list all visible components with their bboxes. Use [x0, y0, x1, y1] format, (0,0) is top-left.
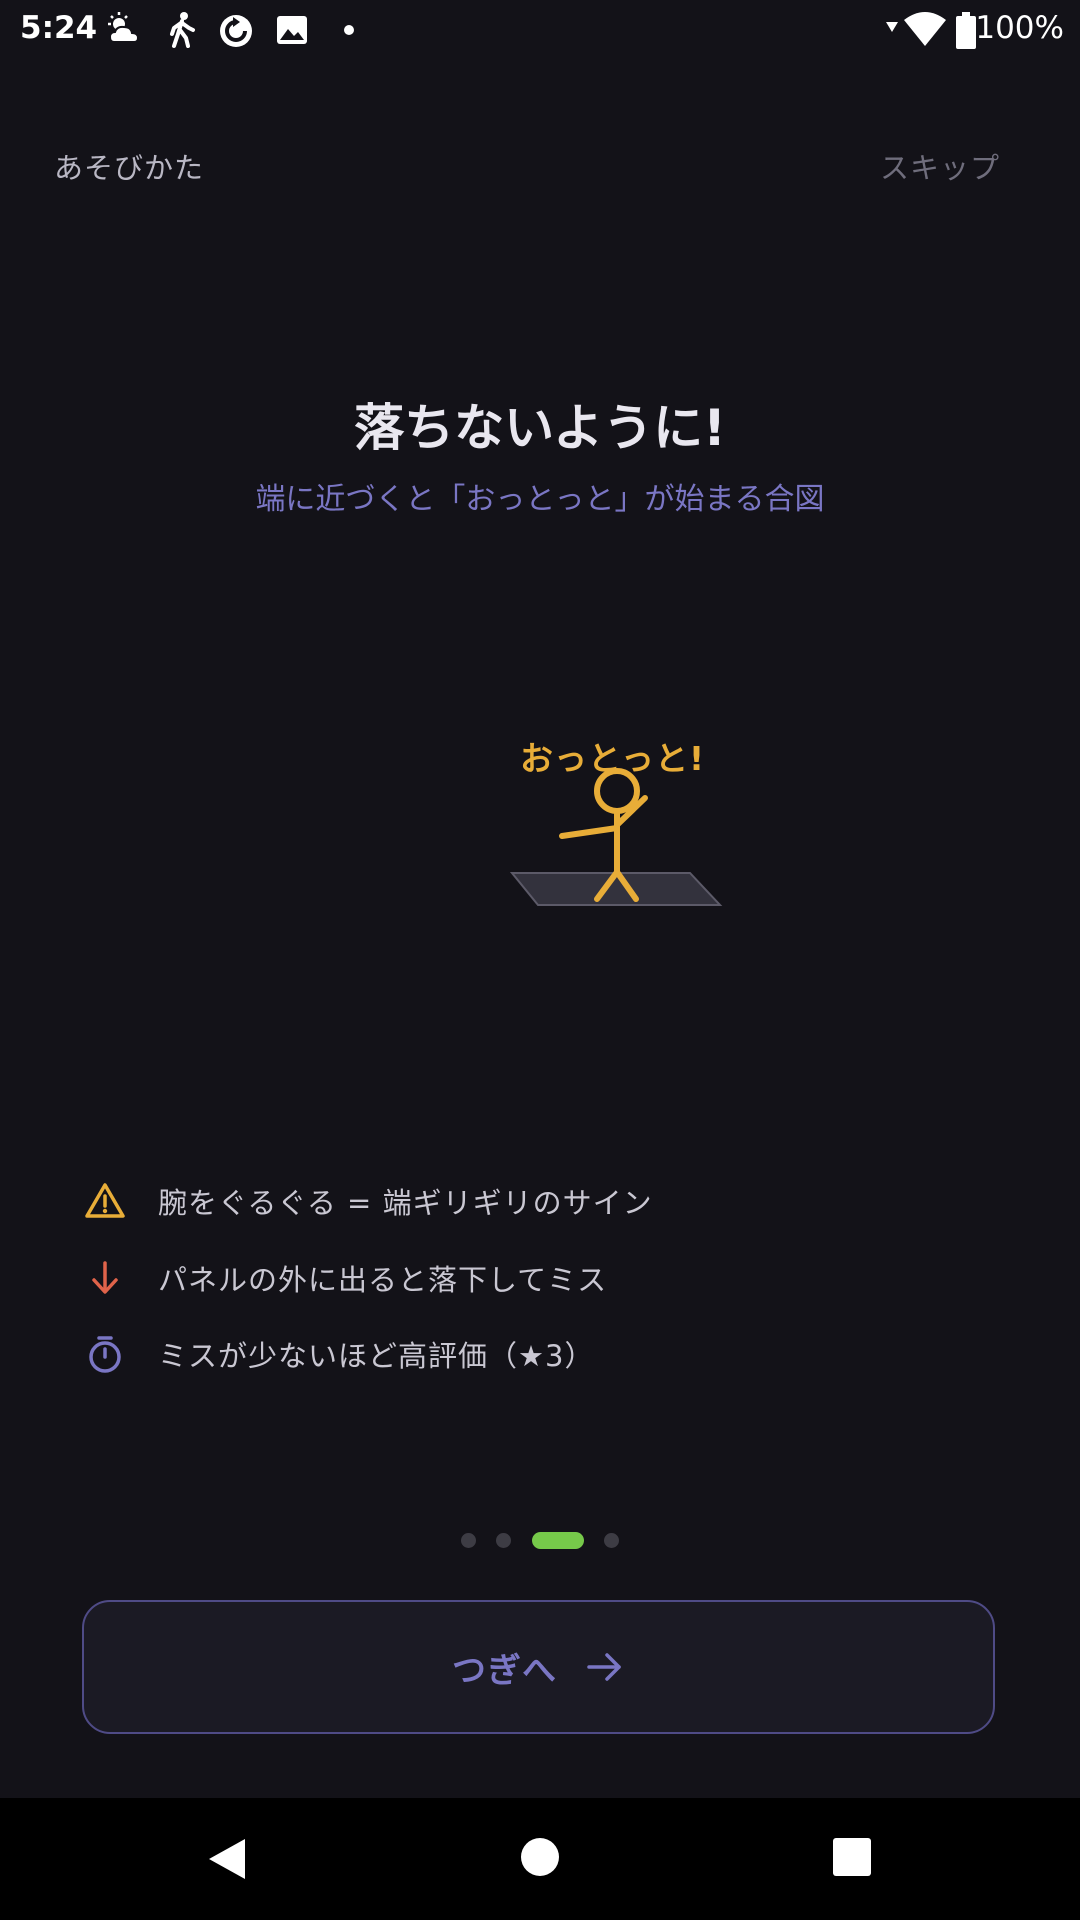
page-title: 落ちないように! [354, 399, 726, 457]
tip-item: パネルの外に出ると落下してミス [84, 1253, 984, 1303]
stopwatch-icon [89, 1336, 121, 1373]
page-dot-3-active[interactable] [532, 1532, 584, 1549]
tip-text: パネルの外に出ると落下してミス [158, 1263, 608, 1297]
page-dot-4[interactable] [604, 1533, 619, 1548]
navigation-bar [0, 1798, 1080, 1920]
image-icon [277, 16, 307, 44]
back-icon[interactable] [205, 1836, 249, 1882]
screen-title: あそびかた [54, 151, 205, 185]
warning-icon [85, 1183, 125, 1218]
tip-item: 腕をぐるぐる = 端ギリギリのサイン [84, 1176, 984, 1226]
tip-text: ミスが少ないほど高評価（★3） [158, 1339, 595, 1373]
next-button[interactable]: つぎへ [82, 1600, 995, 1734]
home-icon[interactable] [520, 1837, 560, 1877]
arrow-right-icon [587, 1653, 621, 1681]
tip-item: ミスが少ないほど高評価（★3） [84, 1329, 984, 1379]
recents-icon[interactable] [833, 1838, 871, 1876]
arrow-down-icon [92, 1261, 118, 1294]
status-time: 5:24 [20, 10, 98, 46]
page-dot-2[interactable] [496, 1533, 511, 1548]
status-bar: 5:24 4 100% [0, 0, 1080, 62]
next-button-label: つぎへ [452, 1650, 557, 1691]
page-dot-1[interactable] [461, 1533, 476, 1548]
svg-text:4: 4 [932, 32, 942, 48]
skip-button[interactable]: スキップ [880, 145, 1000, 187]
page-subtitle: 端に近づくと「おっとっと」が始まる合図 [255, 482, 825, 517]
signal-caret-icon [886, 22, 898, 32]
illustration-caption: おっとっと! [520, 739, 706, 778]
dot-icon [344, 25, 354, 35]
battery-percentage: 100% [975, 10, 1064, 46]
tip-text: 腕をぐるぐる = 端ギリギリのサイン [158, 1186, 653, 1220]
battery-icon [956, 12, 976, 49]
walking-icon [170, 12, 195, 48]
weather-cloud-sun-icon [108, 12, 140, 43]
refresh-icon [220, 15, 252, 47]
wifi-icon: 4 [904, 12, 946, 48]
